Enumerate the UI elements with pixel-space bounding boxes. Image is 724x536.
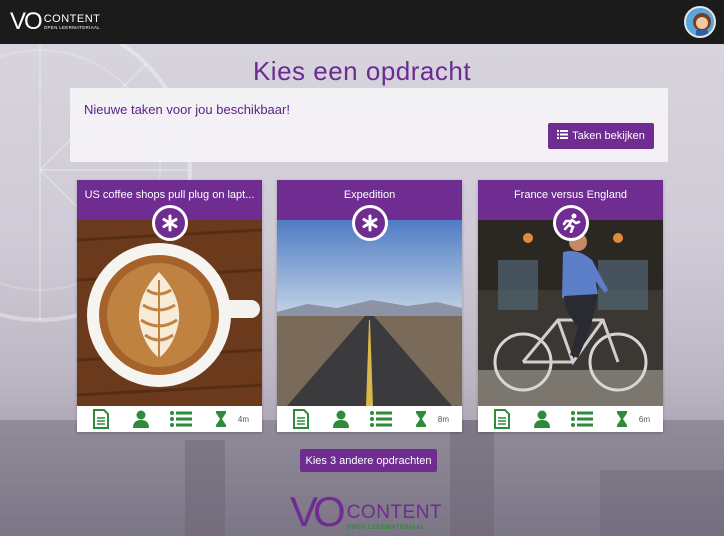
duration-label: 4m xyxy=(237,414,250,424)
asterisk-icon xyxy=(152,205,188,241)
footer-logo: VO CONTENT OPEN LEERMATERIAAL xyxy=(290,488,443,535)
page-title: Kies een opdracht xyxy=(252,56,472,86)
duration-label: 6m xyxy=(638,414,651,424)
document-icon xyxy=(290,408,312,430)
assignment-card[interactable]: Expedition 8m xyxy=(277,180,462,432)
list-icon xyxy=(557,130,569,142)
card-image xyxy=(478,220,663,406)
header-logo-tagline: OPEN LEERMATERIAAL xyxy=(43,24,101,30)
hourglass-icon xyxy=(210,408,232,430)
view-tasks-button[interactable]: Taken bekijken xyxy=(548,123,654,149)
running-person-icon xyxy=(553,205,589,241)
person-icon xyxy=(330,408,352,430)
hourglass-icon xyxy=(611,408,633,430)
list-icon xyxy=(369,408,392,430)
card-footer: 4m xyxy=(77,406,262,432)
header-logo-vo: VO xyxy=(10,8,43,35)
card-image xyxy=(77,220,262,406)
list-icon xyxy=(169,408,192,430)
document-icon xyxy=(90,408,112,430)
footer-logo-vo: VO xyxy=(290,488,346,535)
card-footer: 8m xyxy=(277,406,462,432)
list-icon xyxy=(570,408,593,430)
person-icon xyxy=(531,408,553,430)
header-logo-content: CONTENT xyxy=(43,12,101,25)
hourglass-icon xyxy=(410,408,432,430)
assignment-card[interactable]: US coffee shops pull plug on lapt... 4m xyxy=(77,180,262,432)
asterisk-icon xyxy=(352,205,388,241)
assignment-card[interactable]: France versus England 6m xyxy=(478,180,663,432)
footer-logo-tagline: OPEN LEERMATERIAAL xyxy=(346,525,426,531)
new-tasks-panel: Nieuwe taken voor jou beschikbaar! Taken… xyxy=(70,88,668,162)
choose-other-assignments-button[interactable]: Kies 3 andere opdrachten xyxy=(300,449,437,472)
new-tasks-message: Nieuwe taken voor jou beschikbaar! xyxy=(84,102,290,117)
footer-logo-content: CONTENT xyxy=(346,502,443,523)
card-footer: 6m xyxy=(478,406,663,432)
person-icon xyxy=(130,408,152,430)
choose-other-label: Kies 3 andere opdrachten xyxy=(305,454,432,467)
avatar[interactable] xyxy=(684,6,716,38)
view-tasks-label: Taken bekijken xyxy=(572,130,645,142)
top-bar: VO CONTENT OPEN LEERMATERIAAL xyxy=(0,0,724,44)
duration-label: 8m xyxy=(437,414,450,424)
header-logo[interactable]: VO CONTENT OPEN LEERMATERIAAL xyxy=(10,8,100,36)
document-icon xyxy=(491,408,513,430)
card-image xyxy=(277,220,462,406)
